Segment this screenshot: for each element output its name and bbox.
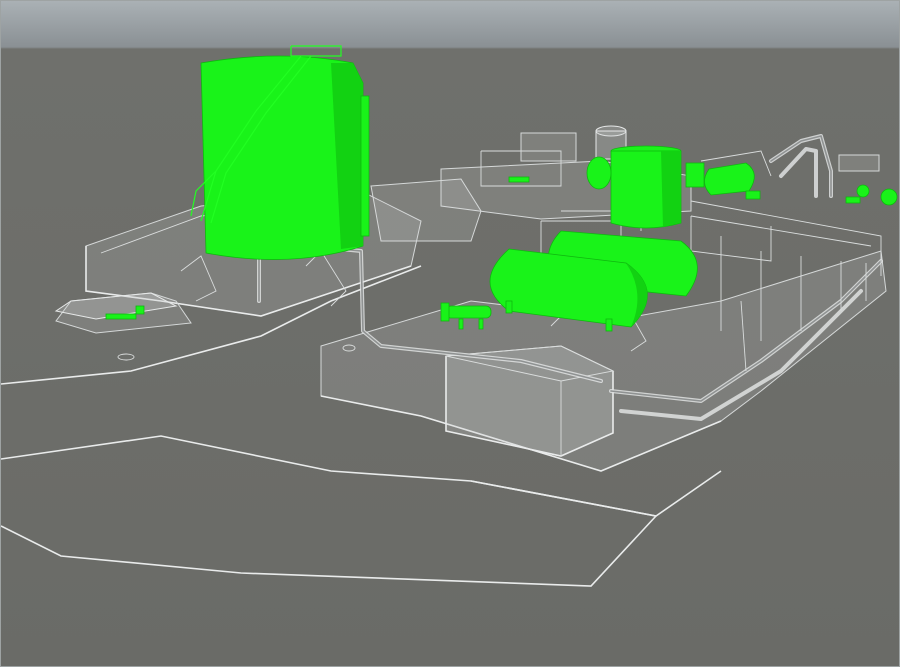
plant-model-scene[interactable] [1, 1, 900, 667]
reflux-drum[interactable] [685, 162, 755, 196]
3d-viewport[interactable] [0, 0, 900, 667]
storage-tank[interactable] [190, 45, 370, 260]
